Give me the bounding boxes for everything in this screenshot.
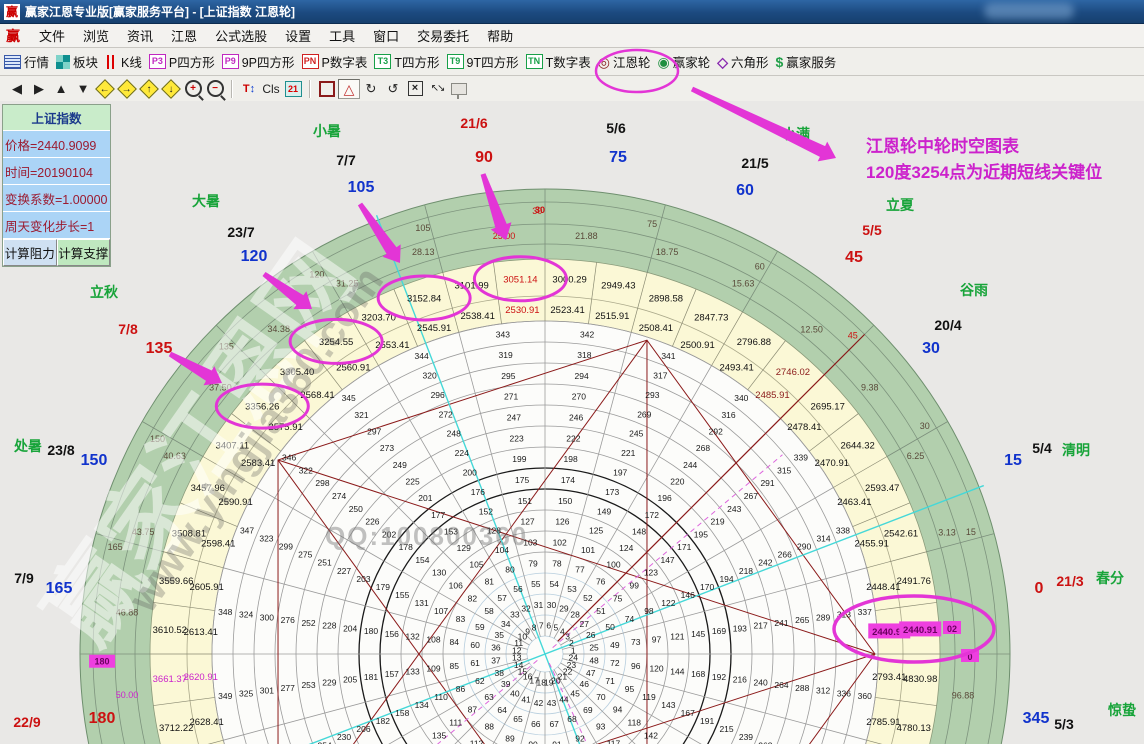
toolbar-item-service[interactable]: $赢家服务	[776, 52, 837, 71]
hex-icon: ◇	[717, 55, 728, 69]
toolbar-item-sectors[interactable]: 板块	[56, 52, 98, 71]
menu-item-0[interactable]: 文件	[30, 24, 74, 47]
toolbar-item-kline-label: K线	[121, 52, 142, 71]
kline-icon	[105, 55, 118, 69]
toolbar-item-kline[interactable]: K线	[105, 52, 142, 71]
board-icon[interactable]	[448, 79, 470, 99]
toolbar-item-9p-square-icon: P9	[222, 54, 239, 69]
toolbar-item-p-table-icon: PN	[302, 54, 319, 69]
toolbar-item-service-label: 赢家服务	[786, 52, 836, 71]
cls-button[interactable]: Cls	[260, 79, 282, 99]
cursor-down-icon[interactable]: ▼	[72, 79, 94, 99]
panel-row-0[interactable]: 价格=2440.9099	[3, 131, 110, 158]
panel-row-2[interactable]: 变换系数=1.00000	[3, 185, 110, 212]
rotate-cw-icon[interactable]: ↻	[360, 79, 382, 99]
toolbar-item-p-square-label: P四方形	[169, 52, 215, 71]
grid-icon	[4, 55, 21, 69]
zoom-in-icon[interactable]: +	[182, 79, 204, 99]
xbox-icon[interactable]: ×	[404, 79, 426, 99]
main-toolbar: 行情 板块 K线 P3P四方形 P99P四方形 PNP数字表 T3T四方形 T99T四方形 TN…	[0, 48, 1144, 76]
toolbar-item-9t-square-icon: T9	[447, 54, 464, 69]
window-controls-blur	[984, 3, 1074, 19]
menu-logo-icon: 赢	[6, 26, 20, 46]
calc-support-button[interactable]: 计算支撑	[57, 239, 111, 266]
menubar: 赢 文件浏览资讯江恩公式选股设置工具窗口交易委托帮助	[0, 24, 1144, 48]
toolbar-item-gann-wheel[interactable]: ◎江恩轮	[598, 52, 651, 71]
diamond-up-icon[interactable]: ↑	[138, 79, 160, 99]
rotate-ccw-icon[interactable]: ↺	[382, 79, 404, 99]
toolbar-item-p-table-label: P数字表	[322, 52, 368, 71]
toolbar-item-t-table-label: T数字表	[546, 52, 591, 71]
menu-item-2[interactable]: 资讯	[118, 24, 162, 47]
menu-item-9[interactable]: 帮助	[478, 24, 522, 47]
toolbar-item-p-square-icon: P3	[149, 54, 166, 69]
scale-icon[interactable]: ↖↘	[426, 79, 448, 99]
t-updown-icon[interactable]: T↕	[238, 79, 260, 99]
application-window: 赢 赢家江恩专业版[赢家服务平台] - [上证指数 江恩轮] 赢 文件浏览资讯江…	[0, 0, 1144, 744]
diamond-left-icon[interactable]: ←	[94, 79, 116, 99]
panel-row-1[interactable]: 时间=20190104	[3, 158, 110, 185]
menu-item-5[interactable]: 设置	[276, 24, 320, 47]
app-logo-icon: 赢	[4, 4, 20, 20]
toolbar-item-t-table[interactable]: TNT数字表	[526, 52, 591, 71]
diamond-down-icon[interactable]: ↓	[160, 79, 182, 99]
toolbar-item-sectors-label: 板块	[73, 52, 98, 71]
toolbar-item-9t-square[interactable]: T99T四方形	[447, 52, 519, 71]
index-name: 上证指数	[3, 105, 110, 131]
toolbar-item-quotes-label: 行情	[24, 52, 49, 71]
toolbar-item-p-table[interactable]: PNP数字表	[302, 52, 368, 71]
index-info-panel: 上证指数 价格=2440.9099时间=20190104变换系数=1.00000…	[2, 104, 111, 267]
wheel2-icon: ◉	[657, 55, 669, 69]
nav-left-icon[interactable]: ◀	[6, 79, 28, 99]
toolbar-separator	[309, 80, 311, 98]
dollar-icon: $	[776, 54, 784, 70]
calendar-icon[interactable]: 21	[282, 79, 304, 99]
zoom-out-icon[interactable]: −	[204, 79, 226, 99]
menu-item-3[interactable]: 江恩	[162, 24, 206, 47]
blocks-icon	[56, 55, 70, 69]
toolbar-item-quotes[interactable]: 行情	[4, 52, 49, 71]
cursor-up-icon[interactable]: ▲	[50, 79, 72, 99]
drawing-toolbar: ◀▶▲▼←→↑↓+−T↕Cls21 △↻↺×↖↘	[0, 76, 1144, 102]
toolbar-item-t-table-icon: TN	[526, 54, 543, 69]
menu-item-6[interactable]: 工具	[320, 24, 364, 47]
toolbar-item-hexagon-label: 六角形	[731, 52, 769, 71]
menu-item-8[interactable]: 交易委托	[408, 24, 478, 47]
toolbar-item-winner-wheel[interactable]: ◉ 赢家轮	[657, 52, 710, 71]
diamond-right-icon[interactable]: →	[116, 79, 138, 99]
toolbar-item-9p-square-label: 9P四方形	[242, 52, 295, 71]
menu-item-7[interactable]: 窗口	[364, 24, 408, 47]
wheel1-icon: ◎	[598, 55, 610, 69]
panel-row-3[interactable]: 周天变化步长=1	[3, 212, 110, 239]
chart-area[interactable]	[0, 101, 1144, 744]
toolbar-item-t-square[interactable]: T3T四方形	[374, 52, 439, 71]
toolbar-item-p-square[interactable]: P3P四方形	[149, 52, 215, 71]
toolbar-item-hexagon[interactable]: ◇六角形	[717, 52, 768, 71]
menu-item-4[interactable]: 公式选股	[206, 24, 276, 47]
nav-right-icon[interactable]: ▶	[28, 79, 50, 99]
window-title: 赢家江恩专业版[赢家服务平台] - [上证指数 江恩轮]	[25, 3, 295, 20]
calc-resistance-button[interactable]: 计算阻力	[3, 239, 57, 266]
toolbar-item-gann-wheel-label: 江恩轮	[613, 52, 651, 71]
triangle-tool-icon[interactable]: △	[338, 79, 360, 99]
toolbar-item-t-square-icon: T3	[374, 54, 391, 69]
toolbar-item-9t-square-label: 9T四方形	[467, 52, 519, 71]
menu-item-1[interactable]: 浏览	[74, 24, 118, 47]
titlebar[interactable]: 赢 赢家江恩专业版[赢家服务平台] - [上证指数 江恩轮]	[0, 0, 1144, 24]
toolbar-item-winner-wheel-label: 赢家轮	[673, 52, 711, 71]
toolbar-separator	[231, 80, 233, 98]
toolbar-item-t-square-label: T四方形	[394, 52, 439, 71]
toolbar-item-9p-square[interactable]: P99P四方形	[222, 52, 295, 71]
rect-tool-icon[interactable]	[316, 79, 338, 99]
